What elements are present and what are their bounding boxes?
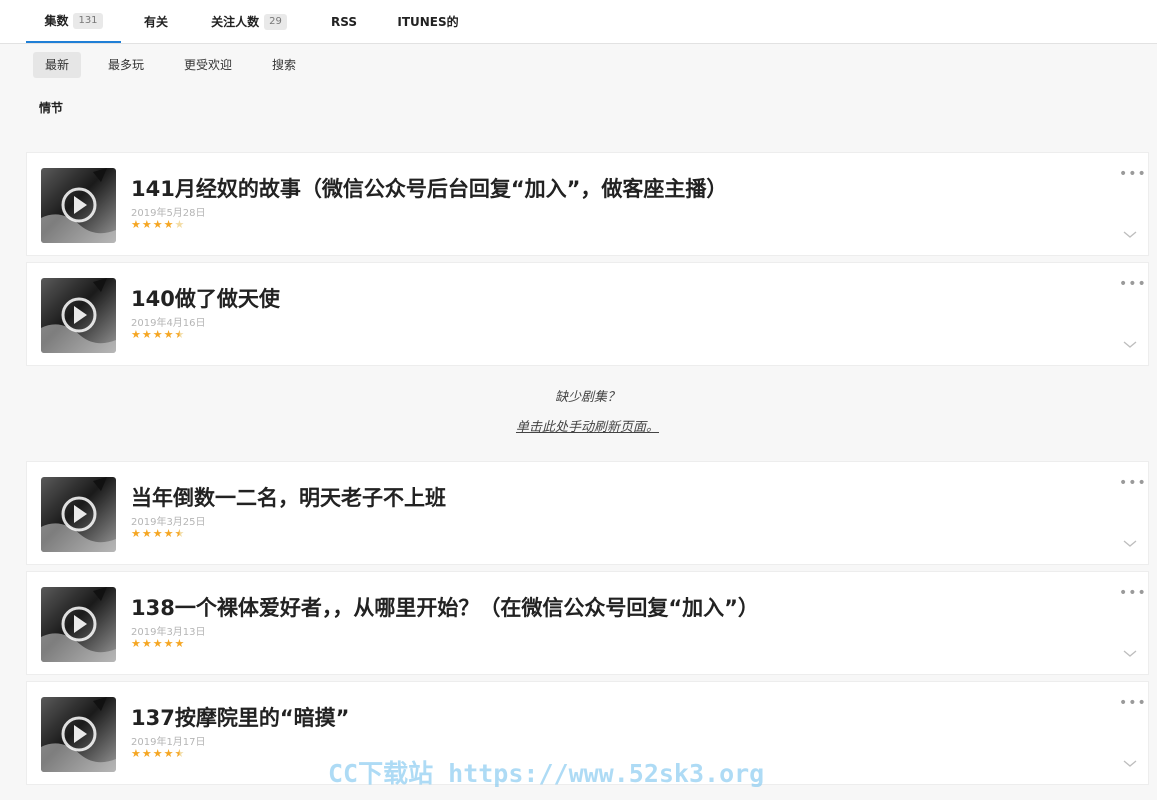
star-icon: ★: [141, 527, 152, 540]
chevron-down-icon[interactable]: [1123, 538, 1137, 548]
episode-date: 2019年1月17日: [131, 737, 206, 748]
tab-label: ITUNES的: [397, 15, 459, 29]
tab-label: 集数: [44, 14, 69, 28]
episode-title[interactable]: 138一个裸体爱好者，，从哪里开始？（在微信公众号回复“加入”）: [131, 592, 759, 622]
star-icon: ★: [152, 527, 163, 540]
episode-date: 2019年3月13日: [131, 627, 206, 638]
subtab-most-played[interactable]: 最多玩: [96, 52, 156, 78]
episode-thumbnail[interactable]: [41, 278, 116, 353]
episode-count-badge: 131: [73, 12, 103, 29]
episode-card[interactable]: 140做了做天使 2019年4月16日 ★ ★ ★ ★ ★ •••: [26, 262, 1149, 366]
chevron-down-icon[interactable]: [1123, 758, 1137, 768]
episode-date: 2019年4月16日: [131, 318, 206, 329]
episode-card[interactable]: 138一个裸体爱好者，，从哪里开始？（在微信公众号回复“加入”） 2019年3月…: [26, 571, 1149, 675]
star-icon: ★: [174, 637, 185, 650]
top-tab-bar: 集数 131 有关 关注人数 29 RSS ITUNES的: [0, 0, 1157, 44]
episode-card[interactable]: 当年倒数一二名，明天老子不上班 2019年3月25日 ★ ★ ★ ★ ★ •••: [26, 461, 1149, 565]
episode-thumbnail[interactable]: [41, 168, 116, 243]
star-icon: ★: [163, 747, 174, 760]
follower-count-badge: 29: [264, 13, 287, 30]
star-icon: ★: [141, 328, 152, 341]
star-icon: ★: [141, 637, 152, 650]
star-icon: ★: [163, 527, 174, 540]
star-icon: ★: [152, 328, 163, 341]
episode-rating: ★ ★ ★ ★ ★: [131, 329, 184, 341]
episode-rating: ★ ★ ★ ★ ★: [131, 528, 184, 540]
star-icon: ★: [141, 747, 152, 760]
chevron-down-icon[interactable]: [1123, 648, 1137, 658]
star-icon: ★: [152, 747, 163, 760]
star-icon: ★: [163, 328, 174, 341]
episode-rating: ★ ★ ★ ★ ★: [131, 748, 184, 760]
episode-card[interactable]: 141月经奴的故事（微信公众号后台回复“加入”，做客座主播） 2019年5月28…: [26, 152, 1149, 256]
missing-episodes-question: 缺少剧集？: [554, 390, 620, 405]
chevron-down-icon[interactable]: [1123, 339, 1137, 349]
refresh-page-link[interactable]: 单击此处手动刷新页面。: [0, 416, 1157, 435]
episode-date: 2019年5月28日: [131, 208, 206, 219]
section-label-episodes: 情节: [39, 101, 64, 115]
star-icon: ★: [174, 527, 185, 540]
star-icon: ★: [152, 218, 163, 231]
episode-rating: ★ ★ ★ ★ ★: [131, 638, 184, 650]
episode-title[interactable]: 137按摩院里的“暗摸”: [131, 702, 349, 732]
tab-itunes[interactable]: ITUNES的: [388, 0, 468, 43]
star-icon: ★: [141, 218, 152, 231]
chevron-down-icon[interactable]: [1123, 229, 1137, 239]
tab-label: 关注人数: [211, 15, 260, 29]
more-options-icon[interactable]: •••: [1119, 586, 1147, 600]
episode-thumbnail[interactable]: [41, 697, 116, 772]
watermark: CC下载站 https://www.52sk3.org: [328, 759, 765, 788]
star-icon: ★: [152, 637, 163, 650]
star-icon: ★: [131, 328, 141, 341]
star-icon: ★: [131, 218, 141, 231]
subtab-popular[interactable]: 更受欢迎: [172, 52, 244, 78]
tab-label: RSS: [331, 14, 357, 29]
star-icon: ★: [174, 328, 185, 341]
star-icon: ★: [174, 747, 185, 760]
episode-thumbnail[interactable]: [41, 477, 116, 552]
subtab-search[interactable]: 搜索: [260, 52, 308, 78]
star-icon: ★: [131, 747, 141, 760]
tab-followers[interactable]: 关注人数 29: [200, 0, 298, 43]
more-options-icon[interactable]: •••: [1119, 277, 1147, 291]
subtab-latest[interactable]: 最新: [33, 52, 82, 78]
star-icon: ★: [174, 218, 185, 231]
tab-label: 有关: [143, 15, 168, 29]
star-icon: ★: [163, 637, 174, 650]
episode-title[interactable]: 140做了做天使: [131, 283, 280, 313]
more-options-icon[interactable]: •••: [1119, 696, 1147, 710]
star-icon: ★: [131, 527, 141, 540]
episode-title[interactable]: 当年倒数一二名，明天老子不上班: [131, 482, 446, 512]
tab-rss[interactable]: RSS: [320, 0, 368, 43]
more-options-icon[interactable]: •••: [1119, 167, 1147, 181]
episode-thumbnail[interactable]: [41, 587, 116, 662]
star-icon: ★: [131, 637, 141, 650]
episode-date: 2019年3月25日: [131, 517, 206, 528]
star-icon: ★: [163, 218, 174, 231]
tab-about[interactable]: 有关: [130, 0, 182, 43]
episode-rating: ★ ★ ★ ★ ★: [131, 219, 184, 231]
tab-episodes[interactable]: 集数 131: [26, 0, 121, 43]
more-options-icon[interactable]: •••: [1119, 476, 1147, 490]
episode-title[interactable]: 141月经奴的故事（微信公众号后台回复“加入”，做客座主播）: [131, 173, 727, 203]
